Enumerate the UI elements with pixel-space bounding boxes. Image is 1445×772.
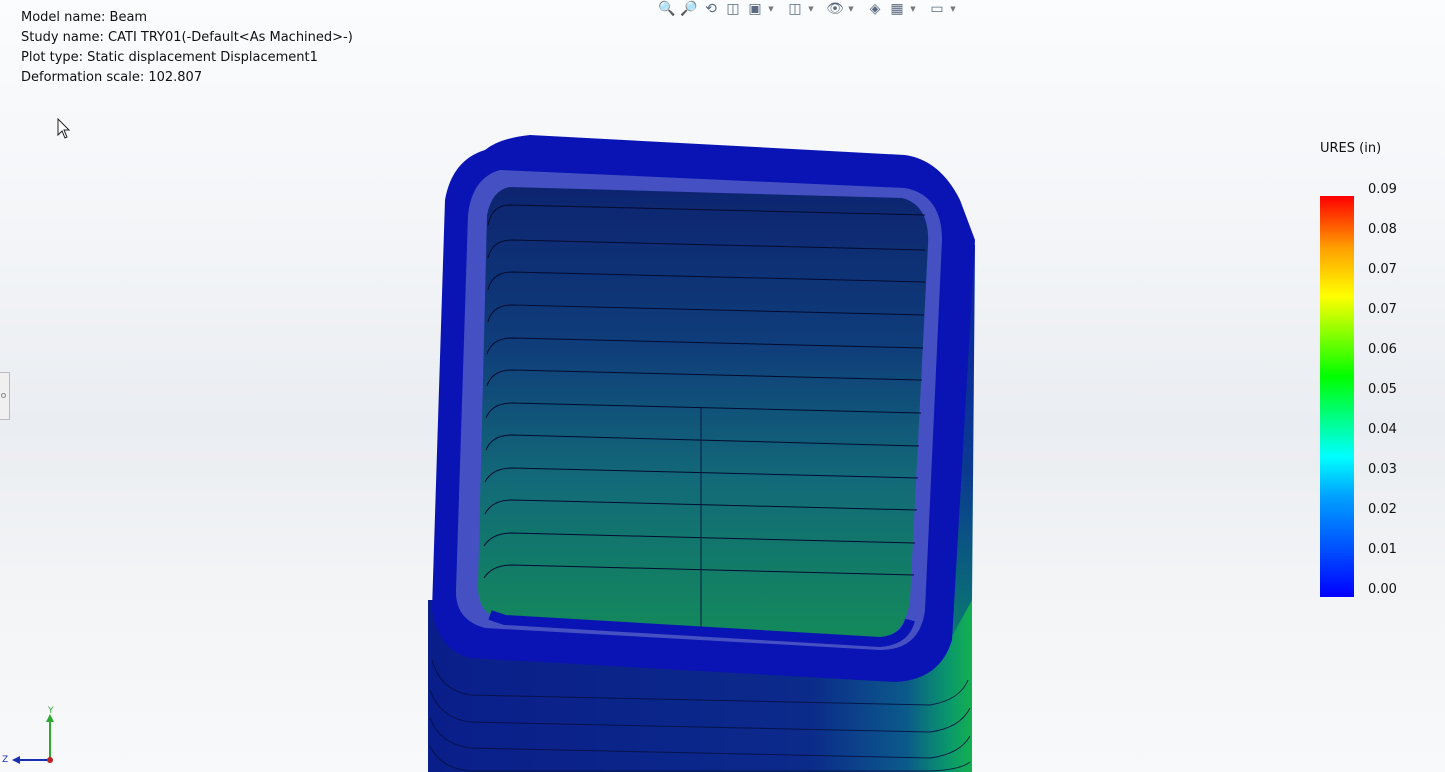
legend-label: 0.07 [1368,302,1397,317]
triad-z-label: Z [2,755,8,765]
beam-displacement-model[interactable] [0,0,1445,772]
legend-color-bar [1320,196,1354,597]
legend-label: 0.04 [1368,422,1397,437]
legend-label: 0.06 [1368,342,1397,357]
legend-label: 0.05 [1368,382,1397,397]
beam-inner-cavity [477,187,929,640]
legend-label: 0.09 [1368,182,1397,197]
legend-label: 0.02 [1368,502,1397,517]
legend-label: 0.07 [1368,262,1397,277]
graphics-area[interactable]: Model name: Beam Study name: CATI TRY01(… [0,0,1445,772]
legend-label: 0.01 [1368,542,1397,557]
legend-title: URES (in) [1320,141,1382,156]
triad-y-label: Y [47,706,54,716]
legend-label: 0.08 [1368,222,1397,237]
axis-triad: Y Z [2,706,54,765]
legend-label: 0.00 [1368,582,1397,597]
legend-label: 0.03 [1368,462,1397,477]
